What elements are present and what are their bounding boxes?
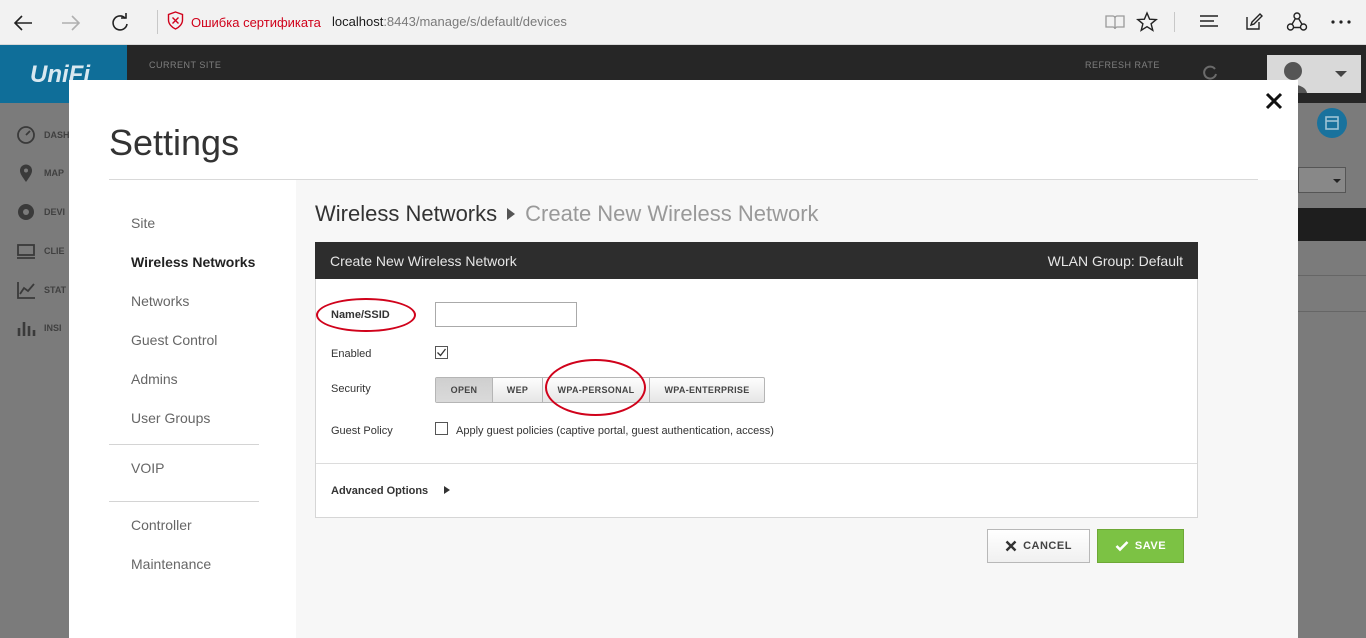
guest-policy-checkbox[interactable]: [435, 422, 448, 435]
toolbar-divider: [1174, 12, 1175, 32]
sidebar-label: INSI: [44, 323, 62, 333]
close-icon[interactable]: [1262, 89, 1286, 113]
address-bar[interactable]: localhost:8443/manage/s/default/devices: [332, 14, 567, 29]
breadcrumb-current: Create New Wireless Network: [525, 201, 819, 226]
url-host: localhost: [332, 14, 384, 29]
annotation-ellipse-wpa-personal: [545, 359, 646, 416]
settings-nav-controller[interactable]: Controller: [131, 517, 192, 533]
address-divider: [157, 10, 158, 34]
expand-arrow-icon[interactable]: [444, 486, 450, 494]
favorite-star-icon[interactable]: [1134, 9, 1160, 35]
sidebar-item-map[interactable]: MAP: [16, 163, 64, 183]
enabled-checkbox[interactable]: [435, 346, 448, 359]
reading-view-icon[interactable]: [1102, 9, 1128, 35]
sidebar-item-statistics[interactable]: STAT: [16, 280, 66, 300]
advanced-options-toggle[interactable]: Advanced Options: [331, 485, 428, 497]
url-path: :8443/manage/s/default/devices: [383, 14, 567, 29]
settings-nav-site[interactable]: Site: [131, 215, 155, 231]
sidebar-item-clients[interactable]: CLIE: [16, 241, 65, 261]
breadcrumb: Wireless Networks Create New Wireless Ne…: [315, 201, 819, 227]
shield-icon: [167, 11, 184, 33]
enabled-label: Enabled: [331, 348, 372, 360]
nav-divider: [109, 501, 259, 502]
panel-header: Create New Wireless Network WLAN Group: …: [315, 242, 1198, 279]
sidebar-label: MAP: [44, 168, 64, 178]
back-icon[interactable]: [8, 8, 38, 38]
cancel-button[interactable]: CANCEL: [987, 529, 1090, 563]
calendar-button[interactable]: [1317, 108, 1347, 138]
sidebar-label: CLIE: [44, 246, 65, 256]
sidebar-label: DEVI: [44, 207, 66, 217]
breadcrumb-arrow-icon: [507, 208, 516, 220]
certificate-warning[interactable]: Ошибка сертификата: [167, 11, 321, 33]
browser-toolbar: Ошибка сертификата localhost:8443/manage…: [0, 0, 1366, 45]
guest-policy-label: Guest Policy: [331, 425, 393, 437]
app-row-divider: [1298, 311, 1366, 312]
breadcrumb-parent[interactable]: Wireless Networks: [315, 201, 497, 227]
security-wpa-enterprise-button[interactable]: WPA-ENTERPRISE: [650, 378, 764, 402]
security-open-button[interactable]: OPEN: [436, 378, 493, 402]
cert-warning-text: Ошибка сертификата: [191, 14, 321, 30]
close-icon: [1005, 540, 1017, 552]
nav-divider: [109, 444, 259, 445]
refresh-icon[interactable]: [105, 8, 135, 38]
forward-icon[interactable]: [56, 8, 86, 38]
app-row-divider: [1298, 275, 1366, 276]
sidebar-item-dashboard[interactable]: DASH: [16, 125, 70, 145]
settings-nav-wireless-networks[interactable]: Wireless Networks: [131, 254, 255, 270]
save-label: SAVE: [1134, 540, 1167, 552]
app-dropdown[interactable]: [1298, 167, 1346, 193]
sidebar-label: DASH: [44, 130, 70, 140]
sidebar-item-devices[interactable]: DEVI: [16, 202, 65, 222]
page-title: Settings: [109, 122, 240, 163]
guest-policy-description: Apply guest policies (captive portal, gu…: [456, 425, 774, 437]
settings-nav-user-groups[interactable]: User Groups: [131, 410, 210, 426]
settings-nav-guest-control[interactable]: Guest Control: [131, 332, 217, 348]
cancel-label: CANCEL: [1023, 540, 1072, 552]
settings-nav-networks[interactable]: Networks: [131, 293, 189, 309]
security-label: Security: [331, 383, 371, 395]
hub-icon[interactable]: [1196, 9, 1222, 35]
settings-nav-admins[interactable]: Admins: [131, 371, 178, 387]
advanced-divider: [316, 463, 1197, 464]
settings-nav-voip[interactable]: VOIP: [131, 460, 164, 476]
save-button[interactable]: SAVE: [1097, 529, 1184, 563]
wlan-group-label: WLAN Group: Default: [1047, 253, 1183, 269]
check-icon: [437, 348, 447, 357]
more-icon[interactable]: [1328, 9, 1354, 35]
web-note-icon[interactable]: [1241, 9, 1267, 35]
annotation-ellipse-name-ssid: [316, 298, 416, 332]
current-site-caption: CURRENT SITE: [149, 60, 222, 70]
sidebar-item-insights[interactable]: INSI: [16, 318, 62, 338]
name-ssid-input[interactable]: [435, 302, 577, 327]
share-icon[interactable]: [1284, 9, 1310, 35]
check-icon: [1115, 541, 1129, 552]
app-table-header: [1298, 208, 1366, 241]
refresh-rate-caption: REFRESH RATE: [1085, 60, 1160, 70]
settings-nav-maintenance[interactable]: Maintenance: [131, 556, 211, 572]
panel-title: Create New Wireless Network: [330, 253, 517, 269]
security-wep-button[interactable]: WEP: [493, 378, 543, 402]
sidebar-label: STAT: [44, 285, 67, 295]
